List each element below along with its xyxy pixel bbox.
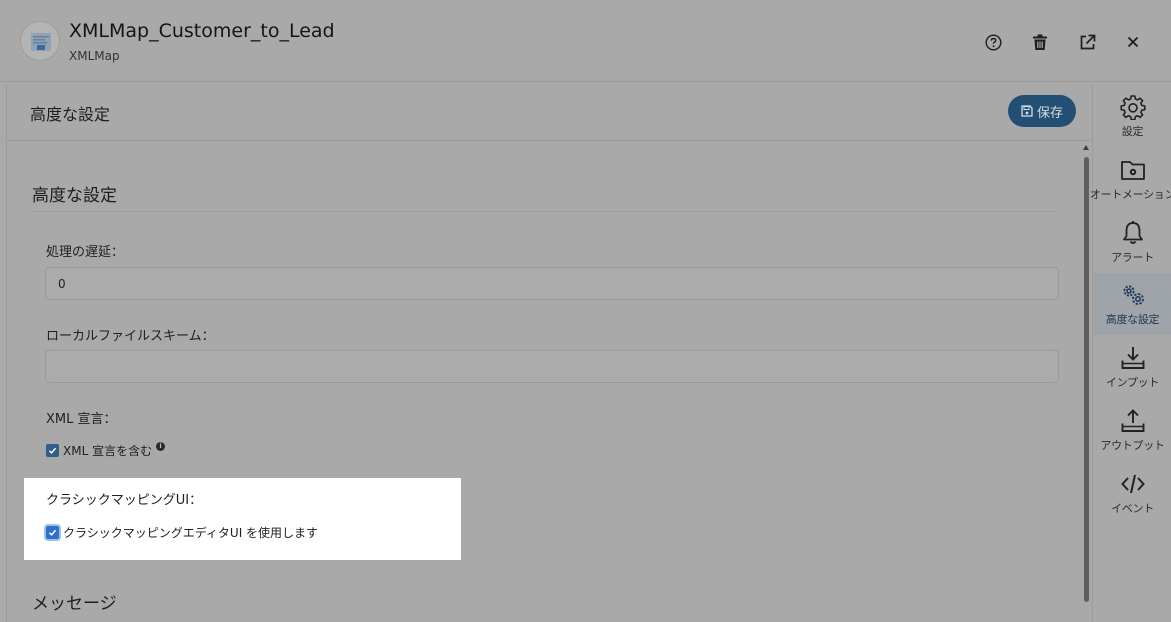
xml-declaration-option: XML 宣言を含む i — [46, 442, 166, 459]
check-icon — [48, 529, 57, 536]
gears-icon — [1123, 285, 1144, 305]
processing-delay-input[interactable]: 0 — [45, 267, 1059, 300]
classic-mapping-checkbox[interactable] — [46, 526, 59, 539]
messages-section-title: メッセージ — [32, 594, 117, 614]
sidebar-item-advanced-settings[interactable]: 高度な設定 — [1093, 273, 1171, 335]
xml-declaration-checkbox-label: XML 宣言を含む — [63, 444, 153, 458]
floppy-disk-icon — [1021, 105, 1033, 117]
panel-header: 高度な設定 保存 — [7, 83, 1091, 141]
bell-icon — [1122, 220, 1143, 244]
trash-icon — [1033, 34, 1047, 50]
window-title: XMLMap_Customer_to_Lead — [69, 20, 335, 42]
sidebar-item-label: インプット — [1105, 375, 1160, 389]
save-button-label: 保存 — [1036, 105, 1063, 121]
sidebar-item-label: オートメーション — [1089, 187, 1171, 201]
processing-delay-label: 処理の遅延： — [46, 245, 125, 260]
close-icon — [1127, 36, 1139, 48]
xml-map-document-icon — [20, 21, 60, 61]
sidebar-item-automation[interactable]: オートメーション — [1089, 148, 1171, 210]
classic-mapping-option: クラシックマッピングエディタUI を使用します — [46, 524, 318, 541]
sidebar-item-label: アウトプット — [1100, 438, 1165, 452]
open-external-button[interactable] — [1075, 30, 1099, 54]
xml-declaration-label: XML 宣言： — [46, 412, 117, 427]
sidebar-item-events[interactable]: イベント — [1093, 462, 1171, 524]
local-file-scheme-input[interactable] — [45, 350, 1059, 383]
close-button[interactable] — [1121, 30, 1145, 54]
right-sidebar: 設定 オートメーション アラート 高度な設定 インプット アウトプット イベント — [1089, 83, 1171, 622]
scroll-up-arrow[interactable] — [1083, 145, 1089, 150]
main-panel: 高度な設定 保存 高度な設定 処理の遅延： 0 ローカルファイルスキーム： XM… — [6, 83, 1091, 622]
code-icon — [1120, 474, 1145, 493]
download-icon — [1121, 346, 1144, 369]
folder-gear-icon — [1120, 160, 1145, 180]
check-icon — [48, 447, 57, 454]
help-button[interactable] — [981, 30, 1005, 54]
scrollbar[interactable] — [1081, 145, 1091, 620]
delete-button[interactable] — [1028, 30, 1052, 54]
sidebar-item-label: イベント — [1111, 501, 1154, 515]
page-title: 高度な設定 — [30, 105, 111, 124]
sidebar-item-output[interactable]: アウトプット — [1093, 399, 1171, 461]
sidebar-item-label: 設定 — [1121, 124, 1144, 138]
save-button[interactable]: 保存 — [1008, 95, 1076, 127]
question-circle-icon — [984, 33, 1002, 51]
sidebar-item-label: 高度な設定 — [1105, 312, 1160, 326]
local-file-scheme-label: ローカルファイルスキーム： — [46, 329, 215, 344]
external-link-icon — [1080, 34, 1095, 49]
gear-icon — [1119, 94, 1146, 120]
info-icon[interactable]: i — [156, 442, 166, 451]
section-divider — [32, 211, 1054, 212]
section-title: 高度な設定 — [32, 186, 117, 206]
upload-icon — [1121, 408, 1144, 432]
classic-mapping-label: クラシックマッピングUI： — [46, 493, 203, 508]
sidebar-item-settings[interactable]: 設定 — [1093, 85, 1171, 147]
classic-mapping-checkbox-label: クラシックマッピングエディタUI を使用します — [63, 526, 319, 540]
sidebar-item-alerts[interactable]: アラート — [1093, 211, 1171, 273]
scrollbar-thumb[interactable] — [1084, 157, 1089, 602]
window-subtitle: XMLMap — [69, 49, 120, 63]
sidebar-item-label: アラート — [1111, 250, 1154, 264]
sidebar-item-input[interactable]: インプット — [1093, 336, 1171, 398]
xml-declaration-checkbox[interactable] — [46, 444, 59, 457]
app-header: XMLMap_Customer_to_Lead XMLMap — [0, 0, 1171, 82]
